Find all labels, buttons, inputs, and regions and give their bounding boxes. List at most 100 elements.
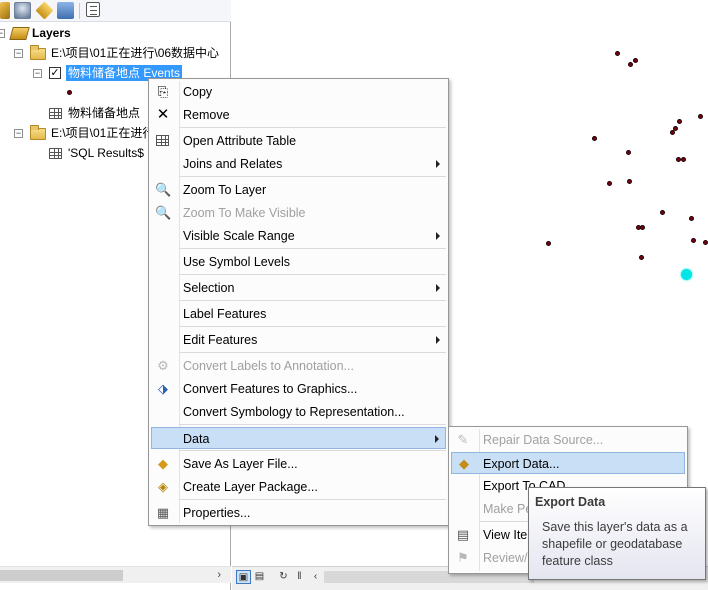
menu-item-label: Create Layer Package...: [183, 480, 318, 494]
map-point: [639, 255, 644, 260]
scrollbar-thumb[interactable]: [0, 570, 123, 581]
menu-item-label: Edit Features: [183, 333, 258, 347]
menu-item-copy[interactable]: ⎘ Copy: [151, 81, 446, 103]
remove-x-icon: ✕: [156, 106, 170, 123]
copy-icon: ⎘: [157, 84, 169, 99]
map-point: [633, 58, 638, 63]
map-point: [627, 179, 632, 184]
menu-item-label: Repair Data Source...: [483, 433, 604, 447]
submenu-arrow-icon: [436, 284, 440, 292]
menu-item-use-symbol-levels[interactable]: Use Symbol Levels: [151, 251, 446, 273]
list-by-drawing-order-icon[interactable]: [0, 2, 10, 19]
layer-package-icon: ◈: [158, 479, 168, 494]
menu-item-label: Export Data...: [483, 457, 560, 471]
menu-item-zoom-to-make-visible[interactable]: 🔍 Zoom To Make Visible: [151, 202, 446, 224]
menu-item-properties[interactable]: ▦ Properties...: [151, 502, 446, 524]
group-layer-1[interactable]: − E:\项目\01正在进行\06数据中心: [0, 44, 231, 62]
group-path-label: E:\项目\01正在进行: [51, 126, 155, 140]
list-by-selection-icon[interactable]: [57, 2, 74, 19]
tooltip-body: Save this layer's data as a shapefile or…: [542, 520, 688, 568]
menu-separator: [179, 248, 446, 249]
collapse-icon[interactable]: −: [33, 69, 42, 78]
menu-item-visible-scale-range[interactable]: Visible Scale Range: [151, 225, 446, 247]
menu-separator: [179, 300, 446, 301]
pause-drawing-icon[interactable]: ‖: [292, 570, 307, 584]
submenu-item-export-data[interactable]: ◆ Export Data...: [451, 452, 685, 474]
menu-item-label: Open Attribute Table: [183, 134, 297, 148]
map-point: [660, 210, 665, 215]
group-path-label: E:\项目\01正在进行\06数据中心: [51, 46, 220, 60]
collapse-icon[interactable]: −: [14, 49, 23, 58]
submenu-item-repair-data-source[interactable]: ✎ Repair Data Source...: [451, 429, 685, 451]
menu-item-edit-features[interactable]: Edit Features: [151, 329, 446, 351]
menu-item-label: Joins and Relates: [183, 157, 283, 171]
menu-separator: [179, 499, 446, 500]
menu-separator: [179, 424, 446, 425]
toc-toolbar: [0, 0, 231, 22]
menu-item-label: Save As Layer File...: [183, 457, 298, 471]
menu-item-convert-features-graphics[interactable]: ⬗ Convert Features to Graphics...: [151, 378, 446, 400]
refresh-icon[interactable]: ↻: [276, 570, 291, 584]
convert-labels-icon: ⚙: [157, 358, 169, 373]
menu-item-label: Convert Symbology to Representation...: [183, 405, 405, 419]
submenu-arrow-icon: [435, 435, 439, 443]
table-icon: [49, 148, 62, 159]
map-point: [689, 216, 694, 221]
menu-item-joins-relates[interactable]: Joins and Relates: [151, 153, 446, 175]
map-point: [626, 150, 631, 155]
menu-item-label: Convert Features to Graphics...: [183, 382, 358, 396]
data-view-button[interactable]: ▣: [236, 570, 251, 584]
menu-item-label-features[interactable]: Label Features: [151, 303, 446, 325]
menu-item-remove[interactable]: ✕ Remove: [151, 104, 446, 126]
menu-separator: [179, 127, 446, 128]
menu-item-data[interactable]: Data: [151, 427, 446, 449]
collapse-icon[interactable]: −: [14, 129, 23, 138]
submenu-arrow-icon: [436, 336, 440, 344]
menu-item-zoom-to-layer[interactable]: 🔍 Zoom To Layer: [151, 179, 446, 201]
menu-item-convert-symbology[interactable]: Convert Symbology to Representation...: [151, 401, 446, 423]
properties-icon: ▦: [156, 505, 170, 520]
map-point: [546, 241, 551, 246]
list-by-visibility-icon[interactable]: [35, 1, 54, 20]
zoom-to-layer-icon: 🔍: [155, 182, 172, 197]
map-point: [698, 114, 703, 119]
scroll-left-icon[interactable]: ‹: [308, 570, 323, 584]
repair-data-source-icon: ✎: [457, 432, 469, 447]
menu-item-label: Label Features: [183, 307, 267, 321]
layers-title: Layers: [32, 26, 71, 40]
table-label: 'SQL Results$: [68, 146, 144, 160]
layer-symbol-point-icon: [67, 90, 72, 95]
menu-item-create-layer-package[interactable]: ◈ Create Layer Package...: [151, 476, 446, 498]
menu-item-label: Selection: [183, 281, 235, 295]
rematch-addresses-icon: ⚑: [457, 550, 469, 565]
menu-item-selection[interactable]: Selection: [151, 277, 446, 299]
menu-item-label: Remove: [183, 108, 230, 122]
map-point: [628, 62, 633, 67]
menu-separator: [179, 176, 446, 177]
tooltip-title: Export Data: [535, 495, 606, 509]
layer-file-icon: ◆: [158, 456, 168, 471]
submenu-arrow-icon: [436, 160, 440, 168]
folder-icon: [30, 125, 46, 140]
options-icon[interactable]: [86, 2, 100, 17]
menu-item-label: Visible Scale Range: [183, 229, 295, 243]
table-icon: [49, 108, 62, 119]
layout-view-button[interactable]: ▤: [252, 570, 267, 584]
menu-item-save-layer-file[interactable]: ◆ Save As Layer File...: [151, 453, 446, 475]
toc-horizontal-scrollbar[interactable]: ›: [0, 566, 231, 583]
menu-item-convert-labels[interactable]: ⚙ Convert Labels to Annotation...: [151, 355, 446, 377]
collapse-icon[interactable]: −: [0, 29, 5, 38]
selected-map-point: [681, 269, 692, 280]
map-point: [670, 130, 675, 135]
visibility-checkbox[interactable]: ✓: [49, 67, 61, 79]
menu-item-open-attribute-table[interactable]: Open Attribute Table: [151, 130, 446, 152]
convert-graphics-icon: ⬗: [158, 381, 168, 396]
zoom-to-visible-icon: 🔍: [155, 205, 172, 220]
list-by-source-icon[interactable]: [14, 2, 31, 19]
menu-item-label: Use Symbol Levels: [183, 255, 290, 269]
item-description-icon: ▤: [456, 527, 470, 542]
menu-item-label: Data: [183, 432, 210, 446]
scroll-right-icon[interactable]: ›: [217, 567, 221, 584]
folder-icon: [30, 45, 46, 60]
table-icon: [155, 133, 171, 149]
